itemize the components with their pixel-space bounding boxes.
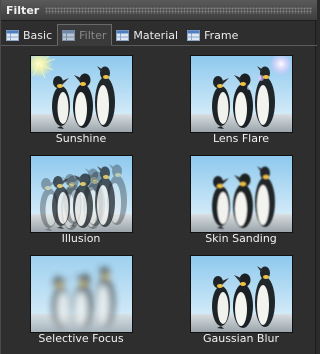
skin-sanding-thumbnail <box>190 155 293 233</box>
illusion-thumbnail <box>30 155 133 233</box>
tab-material[interactable]: Material <box>112 25 183 45</box>
tab-label: Filter <box>79 28 107 42</box>
filter-grid: Sunshine Lens Flare Illusion Skin Sandin… <box>1 47 317 354</box>
table-icon <box>116 29 130 41</box>
table-icon <box>6 29 19 41</box>
filter-panel: Filter Basic Filter Material Frame Sunsh… <box>0 0 317 354</box>
filter-item-sunshine[interactable]: Sunshine <box>16 47 136 147</box>
filter-item-gaussian-blur[interactable]: Gaussian Blur <box>176 247 296 347</box>
drag-grip[interactable] <box>45 6 312 14</box>
tab-label: Basic <box>23 28 53 42</box>
panel-titlebar[interactable]: Filter <box>1 0 317 21</box>
filter-item-selective-focus[interactable]: Selective Focus <box>16 247 136 347</box>
tab-frame[interactable]: Frame <box>183 25 243 45</box>
filter-label: Illusion <box>61 232 101 245</box>
filter-label: Skin Sanding <box>205 232 277 245</box>
sunshine-thumbnail <box>30 55 133 133</box>
panel-title: Filter <box>6 3 40 17</box>
filter-item-illusion[interactable]: Illusion <box>16 147 136 247</box>
table-icon <box>62 29 76 41</box>
tab-label: Frame <box>204 28 239 42</box>
filter-label: Gaussian Blur <box>202 332 280 345</box>
tab-basic[interactable]: Basic <box>2 25 57 45</box>
filter-label: Sunshine <box>55 132 107 145</box>
filter-item-skin-sanding[interactable]: Skin Sanding <box>176 147 296 247</box>
filter-item-lens-flare[interactable]: Lens Flare <box>176 47 296 147</box>
filter-label: Lens Flare <box>212 132 270 145</box>
tab-label: Material <box>133 28 179 42</box>
lens-flare-thumbnail <box>190 55 293 133</box>
tab-bar: Basic Filter Material Frame <box>1 24 317 46</box>
tab-filter[interactable]: Filter <box>57 24 113 46</box>
table-icon <box>187 29 201 41</box>
gaussian-blur-thumbnail <box>190 255 293 333</box>
filter-label: Selective Focus <box>38 332 124 345</box>
selective-focus-thumbnail <box>30 255 133 333</box>
